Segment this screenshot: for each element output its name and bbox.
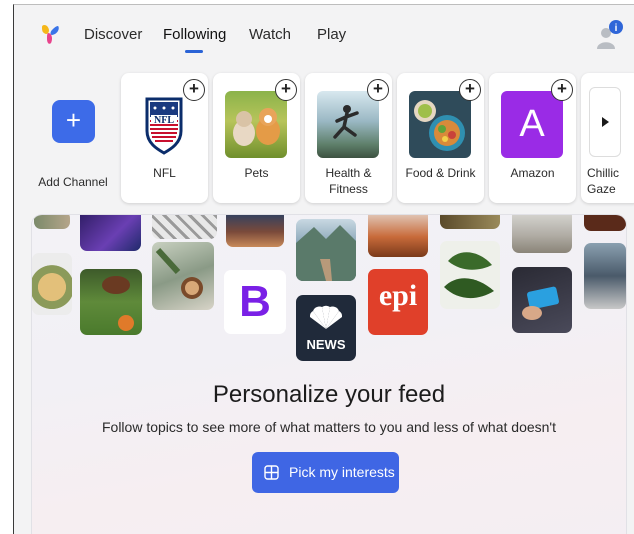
pick-interests-label: Pick my interests [289, 464, 395, 480]
amazon-letter: A [519, 103, 545, 145]
epi-brand-tile: epi [368, 269, 428, 335]
epi-label: epi [378, 279, 418, 312]
collage-photo [368, 215, 428, 257]
collage-photo [226, 215, 284, 247]
follow-plus-icon[interactable]: + [183, 79, 205, 101]
channel-label: Amazon [510, 166, 555, 180]
channel-label: Pets [244, 166, 269, 180]
collage-photo [512, 267, 572, 333]
collage-photo [34, 215, 70, 229]
app-logo-icon[interactable] [39, 23, 61, 45]
collage-photo [80, 269, 142, 335]
pets-photo-icon [225, 91, 287, 158]
collage-photo [440, 215, 500, 229]
notification-badge: i [615, 23, 618, 34]
collage-photo [296, 219, 356, 281]
add-channel-tile[interactable]: + Add Channel [36, 71, 126, 205]
b-brand-tile: B [224, 270, 286, 334]
add-channel-button[interactable]: + [52, 100, 95, 143]
channel-card-health-fitness[interactable]: + Health & Fitness [305, 73, 392, 203]
channel-card-food-drink[interactable]: + Food & Drink [397, 73, 484, 203]
top-nav: Discover Following Watch Play i [14, 5, 634, 65]
collage-photo [440, 241, 500, 309]
b-brand-letter: B [239, 277, 271, 326]
channel-row: + Add Channel NFL + NFL + Pets + Health … [14, 71, 634, 207]
channel-label: Health & Fitness [325, 166, 372, 196]
follow-plus-icon[interactable]: + [275, 79, 297, 101]
tab-following[interactable]: Following [163, 26, 226, 43]
collage-photo [80, 215, 141, 251]
personalize-title: Personalize your feed [212, 381, 446, 408]
add-channel-label: Add Channel [38, 175, 108, 189]
channel-card-nfl[interactable]: NFL + NFL [121, 73, 208, 203]
collage-photo [32, 253, 72, 315]
tab-discover[interactable]: Discover [84, 26, 142, 43]
scroll-right-button[interactable] [589, 87, 621, 157]
amazon-letter-icon: A [501, 91, 563, 158]
collage-photo [512, 215, 572, 253]
collage-photo [152, 242, 214, 310]
profile-avatar-icon[interactable]: i [594, 19, 626, 51]
personalize-subtitle: Follow topics to see more of what matter… [101, 419, 556, 435]
chevron-right-icon [602, 117, 609, 127]
svg-text:NFL: NFL [154, 115, 174, 126]
tab-watch[interactable]: Watch [249, 26, 291, 43]
food-photo-icon [409, 91, 471, 158]
nbc-news-tile: NEWS [296, 295, 356, 361]
fitness-photo-icon [317, 91, 379, 158]
collage-photo [584, 215, 626, 231]
follow-plus-icon[interactable]: + [459, 79, 481, 101]
collage-photo [584, 243, 626, 309]
collage-photo [152, 215, 217, 239]
channel-label: Food & Drink [405, 166, 476, 180]
news-label: NEWS [306, 337, 346, 352]
channel-card-amazon[interactable]: A + Amazon [489, 73, 576, 203]
follow-plus-icon[interactable]: + [551, 79, 573, 101]
app-frame: Discover Following Watch Play i + Add Ch… [13, 4, 634, 534]
personalize-panel: B NEWS epi Personalize your feed Follow … [32, 215, 626, 534]
channel-card-partial[interactable]: Chillic Gaze [581, 73, 634, 203]
channel-card-pets[interactable]: + Pets [213, 73, 300, 203]
channel-label: Chillic Gaze [587, 166, 620, 196]
channel-label: NFL [153, 166, 176, 180]
nfl-logo-icon: NFL [133, 91, 195, 158]
tab-play[interactable]: Play [317, 26, 346, 43]
follow-plus-icon[interactable]: + [367, 79, 389, 101]
grid-icon [264, 465, 279, 480]
active-tab-indicator [185, 50, 203, 53]
pick-interests-button[interactable]: Pick my interests [252, 452, 399, 493]
